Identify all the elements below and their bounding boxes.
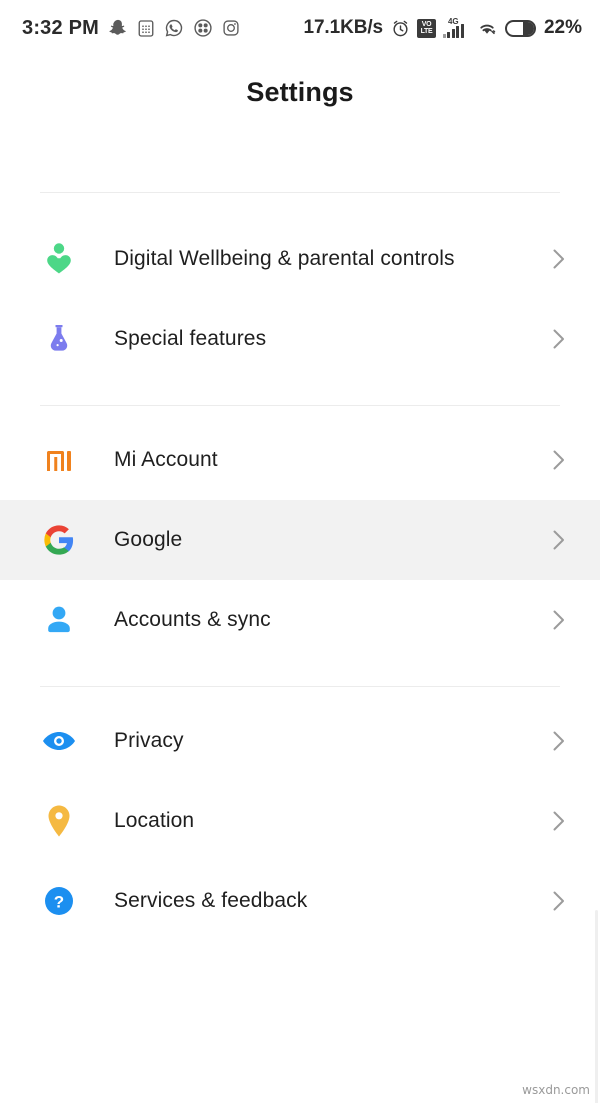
battery-icon	[504, 19, 536, 37]
mi-logo-shape	[47, 449, 71, 471]
chevron-right-icon	[548, 248, 570, 270]
settings-label: Google	[114, 528, 183, 551]
settings-label: Privacy	[114, 729, 184, 752]
instagram-icon	[222, 19, 240, 37]
volte-icon: VO LTE	[416, 18, 436, 38]
top-spacer	[0, 128, 600, 192]
alarm-icon	[391, 19, 410, 38]
signal-icon: 4G	[442, 17, 469, 38]
status-time: 3:32 PM	[22, 16, 99, 39]
page-title: Settings	[246, 76, 354, 107]
eye-icon	[40, 720, 78, 762]
settings-row-accounts-sync[interactable]: Accounts & sync	[0, 580, 600, 660]
group-privacy: Privacy Location ? Services & feedback	[0, 687, 600, 941]
status-bar[interactable]: 3:32 PM 17.1KB/s VO LTE 4G 22%	[0, 0, 600, 56]
chevron-right-icon	[548, 328, 570, 350]
flask-icon	[40, 318, 78, 360]
settings-label: Location	[114, 809, 195, 832]
svg-text:?: ?	[54, 893, 64, 912]
settings-label: Accounts & sync	[114, 608, 271, 631]
settings-scroll-area[interactable]: Digital Wellbeing & parental controls Sp…	[0, 128, 600, 1103]
settings-label: Special features	[114, 327, 267, 350]
network-speed: 17.1KB/s	[303, 17, 384, 38]
calculator-icon	[137, 19, 155, 38]
settings-label: Services & feedback	[114, 889, 308, 912]
settings-label: Mi Account	[114, 448, 218, 471]
volte-bottom-text: LTE	[420, 28, 433, 35]
settings-label: Digital Wellbeing & parental controls	[114, 247, 455, 270]
chevron-right-icon	[548, 890, 570, 912]
heart-person-icon	[40, 238, 78, 280]
settings-row-special-features[interactable]: Special features	[0, 299, 600, 379]
battery-percent: 22%	[543, 17, 582, 38]
settings-row-mi-account[interactable]: Mi Account	[0, 420, 600, 500]
question-circle-icon: ?	[40, 880, 78, 922]
settings-row-google[interactable]: Google	[0, 500, 600, 580]
status-bar-left: 3:32 PM	[22, 17, 240, 40]
chevron-right-icon	[548, 609, 570, 631]
map-pin-icon	[40, 800, 78, 842]
chevron-right-icon	[548, 730, 570, 752]
chevron-right-icon	[548, 810, 570, 832]
chevron-right-icon	[548, 529, 570, 551]
snapchat-icon	[108, 18, 128, 38]
settings-row-digital-wellbeing[interactable]: Digital Wellbeing & parental controls	[0, 219, 600, 299]
status-bar-right: 17.1KB/s VO LTE 4G 22%	[303, 17, 582, 39]
wifi-icon	[476, 19, 498, 37]
mi-browser-icon	[193, 18, 213, 38]
person-icon	[40, 599, 78, 641]
settings-row-services-feedback[interactable]: ? Services & feedback	[0, 861, 600, 941]
whatsapp-icon	[164, 18, 184, 38]
google-g-icon	[40, 519, 78, 561]
volte-top-text: VO	[421, 21, 432, 28]
signal-bars	[442, 24, 464, 38]
settings-row-privacy[interactable]: Privacy	[0, 701, 600, 781]
settings-row-location[interactable]: Location	[0, 781, 600, 861]
mi-logo-icon	[40, 439, 78, 481]
vertical-scrollbar[interactable]	[595, 910, 598, 1103]
group-accounts: Mi Account Google Accounts & sync	[0, 406, 600, 686]
chevron-right-icon	[548, 449, 570, 471]
watermark: wsxdn.com	[522, 1083, 590, 1097]
group-wellbeing: Digital Wellbeing & parental controls Sp…	[0, 193, 600, 405]
